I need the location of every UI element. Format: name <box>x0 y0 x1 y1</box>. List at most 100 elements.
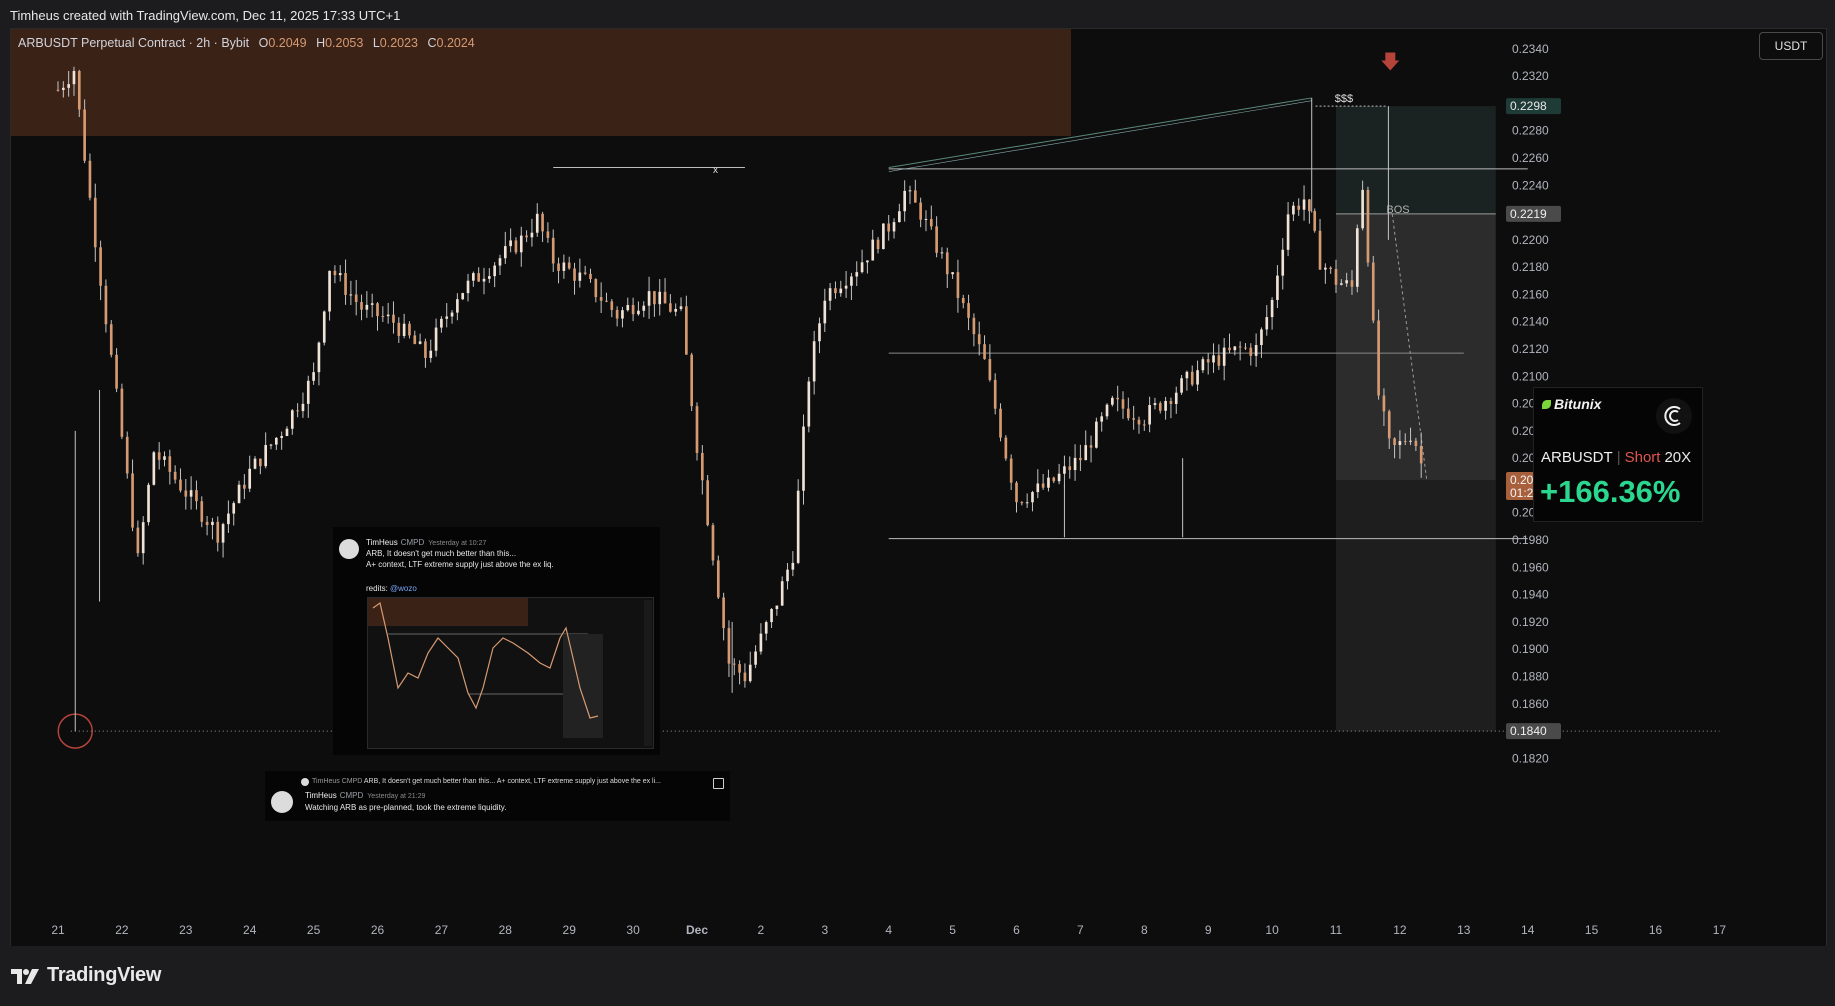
candle-body <box>1052 477 1056 482</box>
x-tick-label: 4 <box>885 923 892 937</box>
reply-avatar <box>271 791 293 813</box>
chart-pane[interactable]: $$$BOSx 0.23400.23200.23000.22800.22600.… <box>10 28 1827 948</box>
x-tick-label: Dec <box>686 923 708 937</box>
tweet-time: Yesterday at 10:27 <box>428 540 487 547</box>
credits-handle: @wozo <box>390 584 417 593</box>
bos-label: BOS <box>1386 204 1409 216</box>
candle-body <box>929 218 933 227</box>
candle-body <box>1414 440 1418 447</box>
candle-body <box>376 303 379 317</box>
candle-body <box>1318 230 1322 270</box>
candle-body <box>839 288 843 294</box>
candle-body <box>898 211 901 223</box>
image-icon <box>713 778 724 789</box>
candle-body <box>1158 403 1162 411</box>
candle-body <box>328 270 331 312</box>
candle-body <box>211 521 214 526</box>
candle-body <box>99 247 102 286</box>
x-tick-label: 21 <box>51 923 65 937</box>
x-tick-label: 9 <box>1205 923 1212 937</box>
candle-body <box>179 479 182 491</box>
candle-body <box>1196 370 1199 385</box>
candle-body <box>1020 502 1024 504</box>
candle-body <box>599 297 603 301</box>
candle-body <box>541 213 544 232</box>
y-tick-label: 0.2160 <box>1512 287 1549 301</box>
x-tick-label: 2 <box>758 923 765 937</box>
candle-body <box>1164 400 1167 411</box>
candle-body <box>1111 397 1114 405</box>
y-tick-label: 0.1960 <box>1512 560 1549 574</box>
candle-body <box>1254 345 1258 356</box>
candle-body <box>1185 371 1189 379</box>
candle-body <box>248 468 252 489</box>
candle-body <box>1233 346 1237 351</box>
candle-body <box>1100 416 1104 422</box>
candle-body <box>855 272 859 277</box>
author-name: TimHeus <box>366 538 398 547</box>
open-value: 0.2049 <box>268 36 307 50</box>
candle-body <box>354 294 358 303</box>
candle-body <box>1073 457 1077 471</box>
candle-body <box>519 235 523 253</box>
card-leverage: 20X <box>1664 449 1692 466</box>
candle-body <box>285 428 289 437</box>
tradingview-logo[interactable]: TradingView <box>11 964 161 987</box>
stop-zone <box>1336 106 1496 214</box>
candle-body <box>546 231 550 238</box>
y-tick-label: 0.2320 <box>1512 69 1549 83</box>
reply-badge: CMPD <box>339 791 364 800</box>
candle-body <box>1116 397 1120 400</box>
candle-body <box>594 279 598 298</box>
candle-body <box>663 291 667 304</box>
x-tick-label: 14 <box>1521 923 1535 937</box>
candle-body <box>195 490 198 502</box>
candle-body <box>535 213 539 233</box>
candle-body <box>578 272 582 281</box>
x-tick-label: 10 <box>1265 923 1279 937</box>
candle-body <box>1153 403 1157 406</box>
low-value: 0.2023 <box>379 36 418 50</box>
x-mark-label: x <box>713 165 718 176</box>
candle-body <box>1015 482 1018 503</box>
candle-body <box>477 273 481 282</box>
candle-body <box>770 609 773 623</box>
candle-body <box>653 291 656 305</box>
candle-body <box>525 235 528 238</box>
candle-body <box>514 240 518 253</box>
card-pair-line: ARBUSDT | Short 20X <box>1541 449 1692 466</box>
candle-body <box>61 87 65 90</box>
candle-body <box>1201 359 1205 371</box>
candle-body <box>802 426 805 491</box>
candle-body <box>658 291 662 305</box>
y-tick-label: 0.2340 <box>1512 42 1549 56</box>
candle-body <box>1238 346 1242 348</box>
close-value: 0.2024 <box>436 36 475 50</box>
candle-body <box>333 270 337 276</box>
candle-body <box>205 521 209 526</box>
quoted-badge: CMPD <box>341 778 363 785</box>
candle-body <box>887 223 891 232</box>
candle-body <box>615 309 619 319</box>
symbol-legend[interactable]: ARBUSDT Perpetual Contract · 2h · Bybit … <box>18 36 475 50</box>
candle-body <box>200 501 204 522</box>
candle-body <box>1004 437 1008 459</box>
bitunix-brand: Bitunix <box>1542 396 1601 412</box>
candle-body <box>472 273 475 281</box>
high-label: H <box>316 36 326 50</box>
candle-body <box>157 452 161 460</box>
candle-body <box>1409 440 1412 442</box>
candle-body <box>509 240 512 247</box>
y-tick-label: 0.1900 <box>1512 642 1549 656</box>
currency-button[interactable]: USDT <box>1759 32 1823 60</box>
candle-body <box>882 223 885 250</box>
y-tick-label: 0.2100 <box>1512 369 1549 383</box>
card-side: Short <box>1624 449 1661 466</box>
candle-body <box>1132 418 1135 420</box>
x-tick-label: 22 <box>115 923 129 937</box>
candle-body <box>280 436 283 438</box>
tweet-line-1: ARB, It doesn't get much better than thi… <box>366 549 517 558</box>
candle-body <box>748 664 752 682</box>
candle-body <box>983 344 986 360</box>
candle-body <box>1025 502 1029 504</box>
